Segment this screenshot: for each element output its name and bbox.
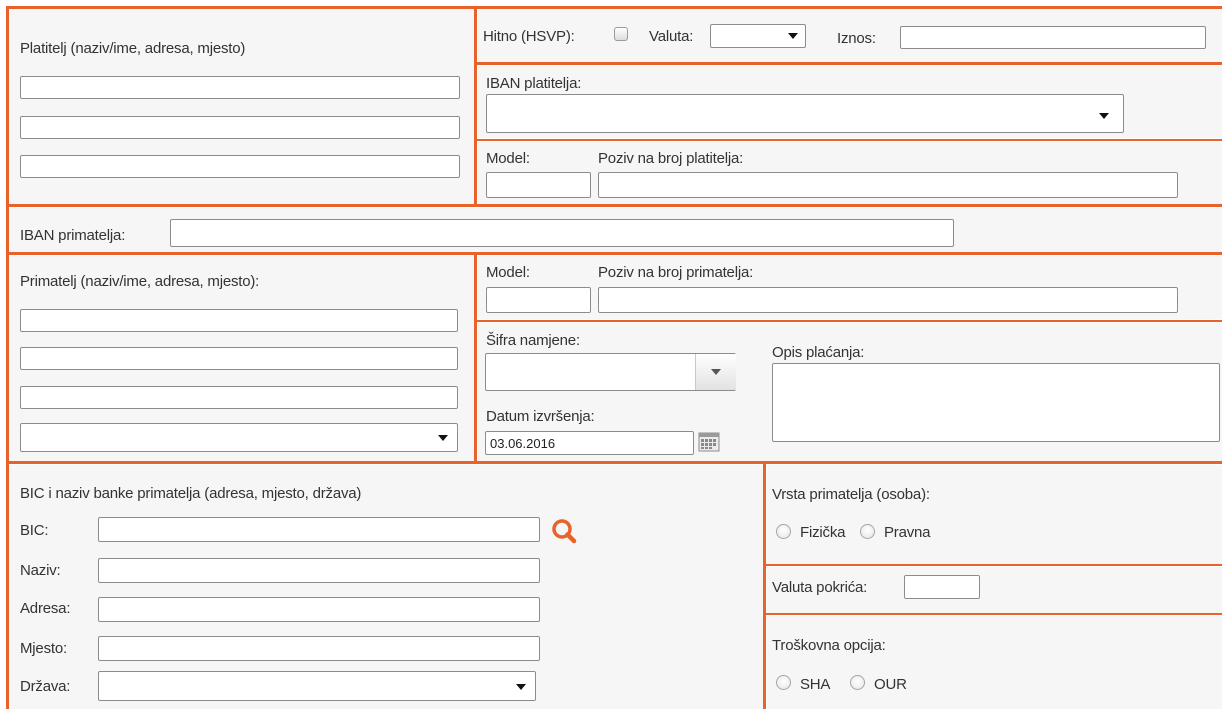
recipient-line-2[interactable]	[20, 347, 458, 370]
bank-address-input[interactable]	[98, 597, 540, 622]
cover-currency-input[interactable]	[904, 575, 980, 599]
amount-label: Iznos:	[837, 30, 876, 47]
urgent-label: Hitno (HSVP):	[483, 28, 575, 45]
chevron-down-icon	[788, 33, 798, 39]
chevron-down-icon	[438, 435, 448, 441]
currency-select[interactable]	[710, 24, 806, 48]
bic-label: BIC:	[20, 522, 49, 539]
payer-line-1[interactable]	[20, 76, 460, 99]
border-mid-vertical-1	[474, 6, 477, 206]
recipient-type-label: Vrsta primatelja (osoba):	[772, 486, 930, 503]
bank-address-label: Adresa:	[20, 600, 71, 617]
radio-our-label: OUR	[874, 676, 907, 693]
bank-city-input[interactable]	[98, 636, 540, 661]
purpose-select[interactable]	[485, 353, 736, 391]
recipient-line-3[interactable]	[20, 386, 458, 409]
purpose-dropdown-button[interactable]	[695, 354, 736, 390]
payer-reference-label: Poziv na broj platitelja:	[598, 150, 744, 167]
border-h-bank-top	[6, 461, 1222, 464]
description-label: Opis plaćanja:	[772, 344, 865, 361]
recipient-model-input[interactable]	[486, 287, 591, 313]
recipient-reference-label: Poziv na broj primatelja:	[598, 264, 754, 281]
border-h-bottom-right-2	[765, 613, 1222, 615]
border-top	[6, 6, 1222, 9]
payer-line-3[interactable]	[20, 155, 460, 178]
radio-natural-person[interactable]	[776, 524, 791, 539]
currency-label: Valuta:	[649, 28, 694, 45]
amount-input[interactable]	[900, 26, 1206, 49]
calendar-icon[interactable]	[698, 432, 720, 456]
execution-date-label: Datum izvršenja:	[486, 408, 595, 425]
search-icon[interactable]	[547, 515, 579, 551]
bank-country-label: Država:	[20, 678, 71, 695]
execution-date-input[interactable]	[485, 431, 694, 455]
border-mid-vertical-3	[763, 461, 766, 709]
border-left	[6, 6, 9, 709]
recipient-reference-input[interactable]	[598, 287, 1178, 313]
cost-option-section	[767, 616, 1222, 709]
radio-legal-person[interactable]	[860, 524, 875, 539]
cost-option-label: Troškovna opcija:	[772, 637, 886, 654]
payer-model-input[interactable]	[486, 172, 591, 198]
radio-sha-label: SHA	[800, 676, 831, 693]
border-h-recipient-right	[476, 320, 1222, 322]
radio-our[interactable]	[850, 675, 865, 690]
recipient-iban-input[interactable]	[170, 219, 954, 247]
bank-title: BIC i naziv banke primatelja (adresa, mj…	[20, 485, 362, 502]
recipient-line-1[interactable]	[20, 309, 458, 332]
border-h-bottom-right-1	[765, 564, 1222, 566]
payer-title: Platitelj (naziv/ime, adresa, mjesto)	[20, 40, 246, 57]
description-textarea[interactable]	[772, 363, 1220, 442]
border-h-recipient-iban-bottom	[6, 252, 1222, 255]
bank-city-label: Mjesto:	[20, 640, 67, 657]
payer-line-2[interactable]	[20, 116, 460, 139]
recipient-title: Primatelj (naziv/ime, adresa, mjesto):	[20, 273, 260, 290]
radio-legal-person-label: Pravna	[884, 524, 931, 541]
recipient-model-label: Model:	[486, 264, 530, 281]
recipient-iban-label: IBAN primatelja:	[20, 227, 126, 244]
chevron-down-icon	[711, 369, 721, 375]
border-h-top-right-1	[474, 62, 1222, 65]
payer-iban-label: IBAN platitelja:	[486, 75, 582, 92]
bank-country-select[interactable]	[98, 671, 536, 701]
payer-reference-input[interactable]	[598, 172, 1178, 198]
border-h-top-right-2	[476, 139, 1222, 141]
bic-input[interactable]	[98, 517, 540, 542]
urgent-checkbox[interactable]	[614, 27, 628, 41]
border-h-recipient-iban-top	[6, 204, 1222, 207]
radio-sha[interactable]	[776, 675, 791, 690]
bank-name-label: Naziv:	[20, 562, 61, 579]
recipient-type-section	[767, 465, 1222, 564]
radio-natural-person-label: Fizička	[800, 524, 846, 541]
border-mid-vertical-2	[474, 252, 477, 464]
chevron-down-icon	[516, 684, 526, 690]
bank-name-input[interactable]	[98, 558, 540, 583]
chevron-down-icon	[1099, 113, 1109, 119]
payer-model-label: Model:	[486, 150, 530, 167]
recipient-country-select[interactable]	[20, 423, 458, 452]
payer-iban-select[interactable]	[486, 94, 1124, 133]
cover-currency-label: Valuta pokrića:	[772, 579, 868, 596]
purpose-label: Šifra namjene:	[486, 332, 580, 349]
